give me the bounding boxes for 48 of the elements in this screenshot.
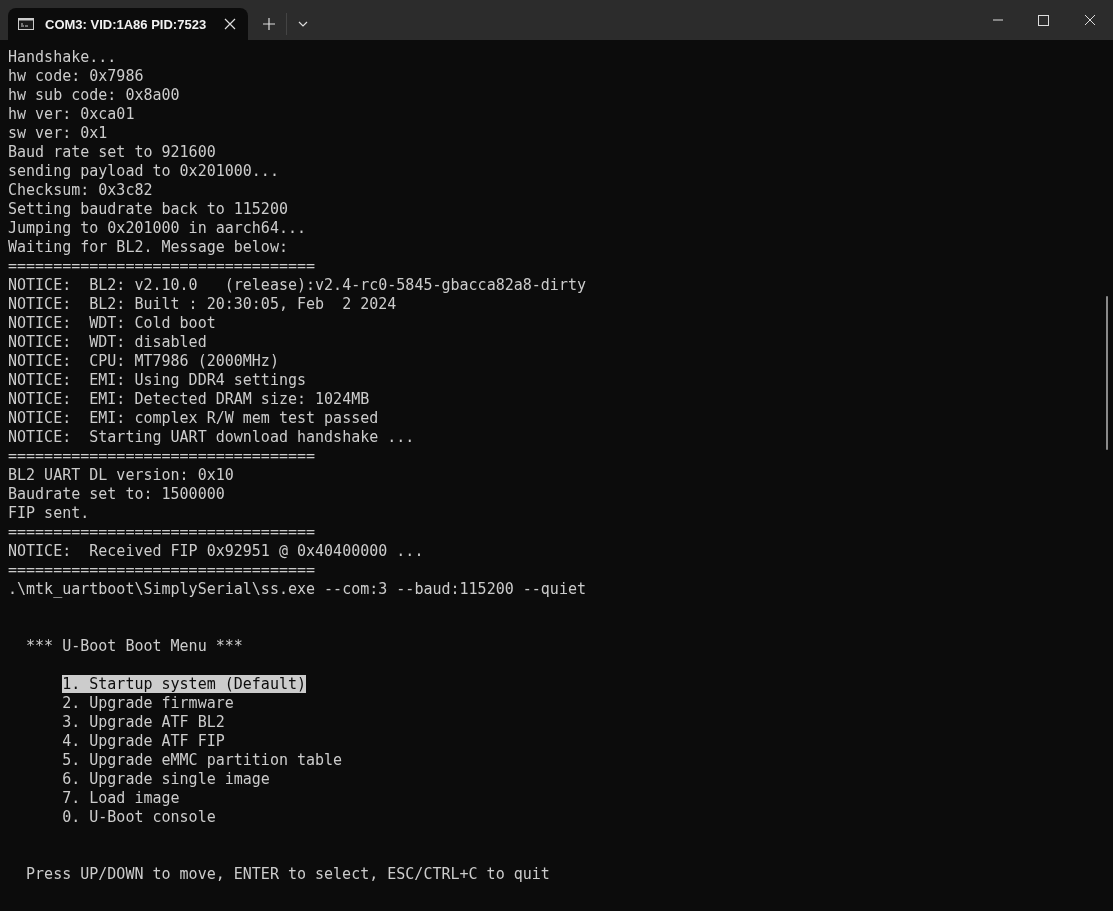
log-line: NOTICE: EMI: Using DDR4 settings <box>8 371 306 389</box>
log-line: sending payload to 0x201000... <box>8 162 279 180</box>
menu-item[interactable]: 1. Startup system (Default) <box>62 675 306 693</box>
log-line: FIP sent. <box>8 504 90 522</box>
log-line: NOTICE: WDT: Cold boot <box>8 314 216 332</box>
menu-item[interactable]: 5. Upgrade eMMC partition table <box>62 751 343 769</box>
scrollbar-thumb[interactable] <box>1106 296 1108 450</box>
close-tab-icon[interactable] <box>224 18 236 30</box>
log-line: hw ver: 0xca01 <box>8 105 135 123</box>
menu-item[interactable]: 6. Upgrade single image <box>62 770 270 788</box>
log-line: .\mtk_uartboot\SimplySerial\ss.exe --com:3 --baud:115200 --quiet <box>8 580 586 598</box>
log-line: NOTICE: BL2: v2.10.0 (release):v2.4-rc0-5845-gbacca82a8-dirty <box>8 276 586 294</box>
menu-item[interactable]: 0. U-Boot console <box>62 808 216 826</box>
maximize-icon[interactable] <box>1038 15 1049 26</box>
log-line: NOTICE: EMI: Detected DRAM size: 1024MB <box>8 390 370 408</box>
menu-item[interactable]: 2. Upgrade firmware <box>62 694 234 712</box>
menu-item[interactable]: 4. Upgrade ATF FIP <box>62 732 225 750</box>
menu-title: *** U-Boot Boot Menu *** <box>26 637 243 655</box>
log-line: Handshake... <box>8 48 117 66</box>
menu-item[interactable]: 3. Upgrade ATF BL2 <box>62 713 225 731</box>
chevron-down-icon[interactable] <box>298 21 308 27</box>
log-line: hw code: 0x7986 <box>8 67 144 85</box>
menu-item[interactable]: 7. Load image <box>62 789 180 807</box>
command-prompt-icon <box>18 18 34 30</box>
log-line: NOTICE: BL2: Built : 20:30:05, Feb 2 2024 <box>8 295 397 313</box>
log-line: ================================== <box>8 523 316 541</box>
log-line: NOTICE: WDT: disabled <box>8 333 207 351</box>
key-hint: Press UP/DOWN to move, ENTER to select, ESC/CTRL+C to quit <box>26 865 550 883</box>
log-line: BL2 UART DL version: 0x10 <box>8 466 234 484</box>
log-line: Baud rate set to 921600 <box>8 143 216 161</box>
log-line: NOTICE: EMI: complex R/W mem test passed <box>8 409 379 427</box>
log-line: NOTICE: Received FIP 0x92951 @ 0x40400000 ... <box>8 542 424 560</box>
log-line: Baudrate set to: 1500000 <box>8 485 225 503</box>
log-line: Jumping to 0x201000 in aarch64... <box>8 219 306 237</box>
log-line: hw sub code: 0x8a00 <box>8 86 180 104</box>
terminal-tab[interactable]: COM3: VID:1A86 PID:7523 <box>8 8 248 40</box>
close-icon[interactable] <box>1084 14 1096 26</box>
log-line: Setting baudrate back to 115200 <box>8 200 288 218</box>
tab-title: COM3: VID:1A86 PID:7523 <box>45 16 208 32</box>
new-tab-icon[interactable] <box>263 18 275 30</box>
log-line: NOTICE: CPU: MT7986 (2000MHz) <box>8 352 279 370</box>
log-line: ================================== <box>8 447 316 465</box>
log-line: ================================== <box>8 257 316 275</box>
log-line: Checksum: 0x3c82 <box>8 181 153 199</box>
log-line: Waiting for BL2. Message below: <box>8 238 288 256</box>
log-line: ================================== <box>8 561 316 579</box>
log-line: sw ver: 0x1 <box>8 124 108 142</box>
log-line: NOTICE: Starting UART download handshake ... <box>8 428 415 446</box>
